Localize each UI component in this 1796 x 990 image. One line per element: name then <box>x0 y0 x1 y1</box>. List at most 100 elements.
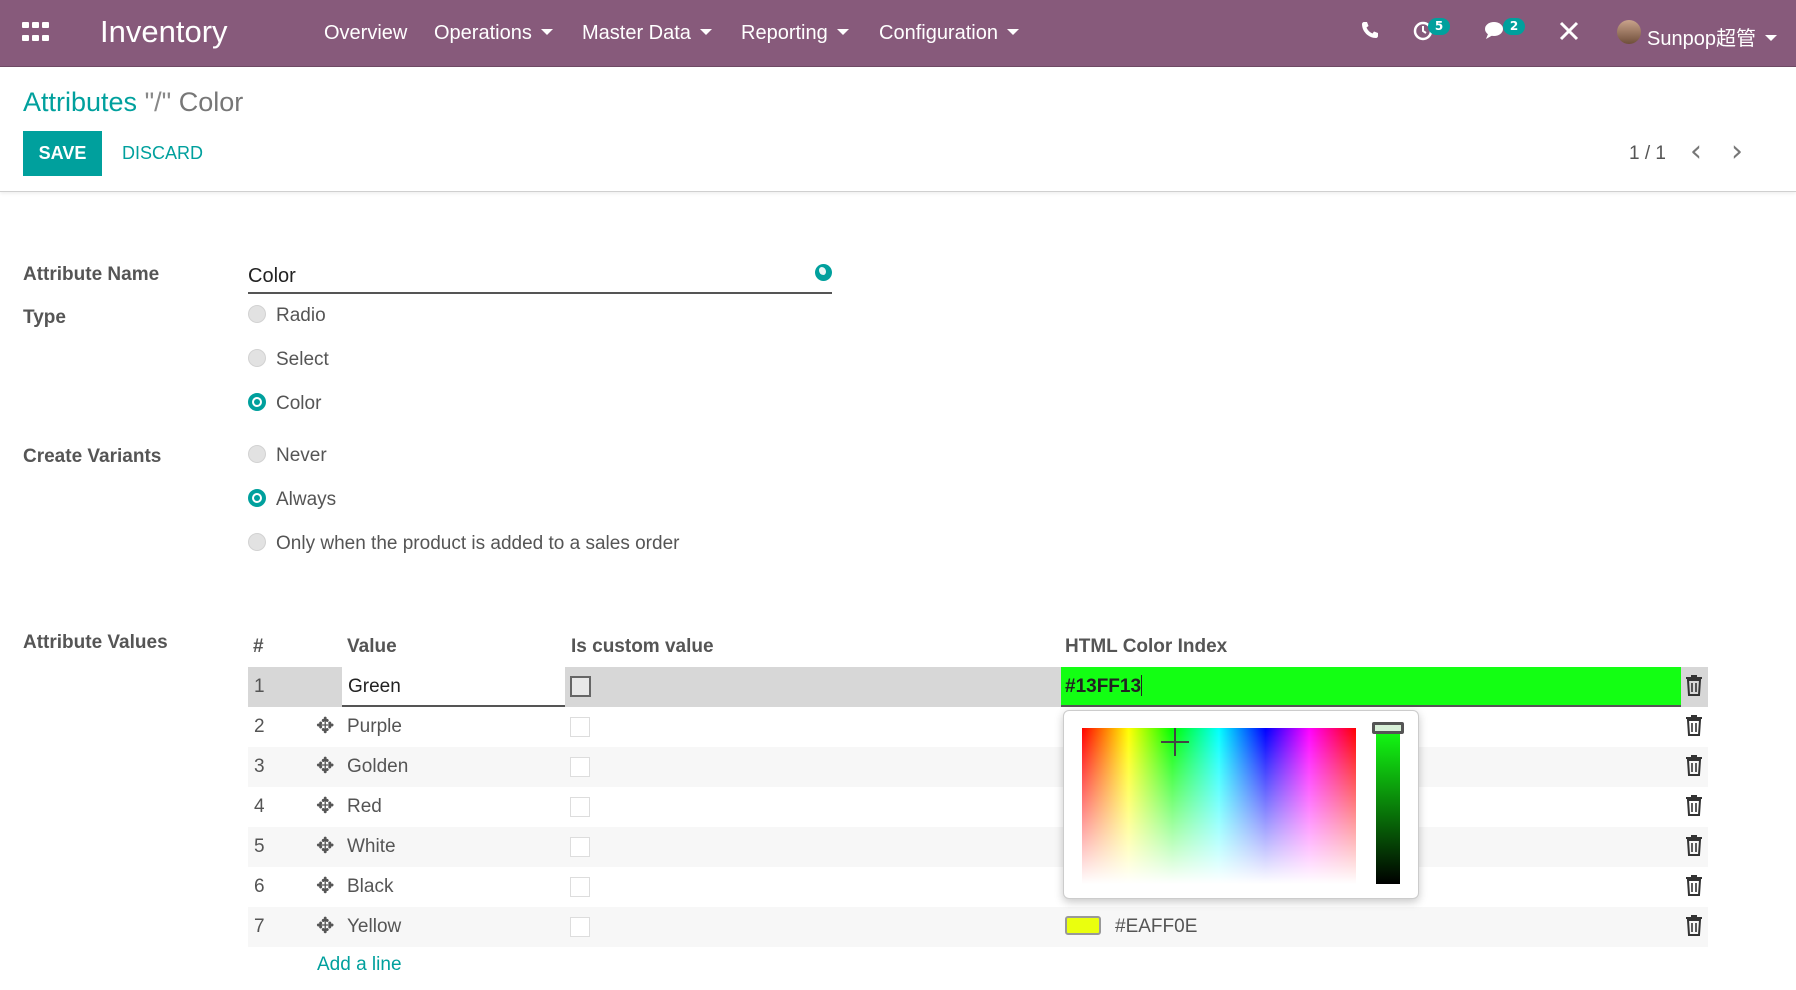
delete-row-trash-icon[interactable] <box>1684 714 1708 740</box>
row-value: Purple <box>347 716 402 737</box>
add-line-link[interactable]: Add a line <box>317 954 402 976</box>
table-row[interactable]: 7 ✥ Yellow #EAFF0E <box>248 907 1708 947</box>
app-name[interactable]: Inventory <box>100 14 228 50</box>
apps-grid-icon[interactable] <box>22 22 50 44</box>
menu-operations-label: Operations <box>434 22 532 44</box>
delete-row-trash-icon[interactable] <box>1684 914 1708 940</box>
column-header-custom[interactable]: Is custom value <box>571 636 714 658</box>
menu-overview[interactable]: Overview <box>324 22 407 45</box>
custom-value-checkbox[interactable] <box>570 837 590 857</box>
breadcrumb-separator: "/" <box>137 87 179 117</box>
phone-icon[interactable] <box>1360 20 1380 46</box>
drag-handle-icon[interactable]: ✥ <box>316 833 334 859</box>
menu-operations[interactable]: Operations <box>434 22 553 45</box>
table-row[interactable]: 5 ✥ White <box>248 827 1708 867</box>
custom-value-checkbox[interactable] <box>570 877 590 897</box>
type-option-label: Color <box>276 393 322 414</box>
custom-value-checkbox[interactable] <box>570 757 590 777</box>
type-radio-select[interactable]: Select <box>248 349 329 375</box>
row-number: 5 <box>254 836 265 857</box>
table-row[interactable]: 1 Green #13FF13 <box>248 667 1708 707</box>
attribute-name-input[interactable]: Color <box>248 260 832 294</box>
color-swatch <box>1065 916 1101 935</box>
activity-badge: 5 <box>1428 18 1450 35</box>
custom-value-checkbox[interactable] <box>570 797 590 817</box>
color-index-value: #EAFF0E <box>1115 916 1198 937</box>
debug-tools-icon[interactable] <box>1558 20 1580 48</box>
attribute-values-label: Attribute Values <box>23 632 168 653</box>
breadcrumb-current: Color <box>178 87 244 117</box>
type-radio-radio[interactable]: Radio <box>248 305 326 331</box>
type-label: Type <box>23 307 66 328</box>
row-number: 7 <box>254 916 265 937</box>
save-button[interactable]: SAVE <box>23 131 102 176</box>
drag-handle-icon[interactable]: ✥ <box>316 713 334 739</box>
menu-configuration[interactable]: Configuration <box>879 22 1019 45</box>
value-input[interactable]: Green <box>342 667 565 707</box>
row-value: Golden <box>347 756 409 777</box>
drag-handle-icon[interactable]: ✥ <box>316 873 334 899</box>
variants-radio-sales-order[interactable]: Only when the product is added to a sale… <box>248 533 679 559</box>
custom-value-checkbox[interactable] <box>570 676 591 697</box>
translate-globe-icon[interactable] <box>815 264 832 281</box>
table-row[interactable]: 6 ✥ Black <box>248 867 1708 907</box>
drag-handle-icon[interactable]: ✥ <box>316 793 334 819</box>
radio-circle <box>248 533 266 551</box>
brightness-slider[interactable] <box>1372 722 1404 884</box>
custom-value-checkbox[interactable] <box>570 717 590 737</box>
row-value: Red <box>347 796 382 817</box>
row-number: 4 <box>254 796 265 817</box>
color-index-value: #13FF13 <box>1065 676 1142 697</box>
delete-row-trash-icon[interactable] <box>1684 834 1708 860</box>
messages-badge: 2 <box>1503 18 1525 35</box>
row-number: 1 <box>254 676 265 697</box>
pager-value[interactable]: 1 / 1 <box>1629 143 1666 165</box>
breadcrumb-attributes[interactable]: Attributes <box>23 87 137 117</box>
user-name: Sunpop超管 <box>1647 28 1756 50</box>
type-option-label: Radio <box>276 305 326 326</box>
drag-handle-icon[interactable]: ✥ <box>316 753 334 779</box>
menu-reporting[interactable]: Reporting <box>741 22 849 45</box>
table-row[interactable]: 3 ✥ Golden <box>248 747 1708 787</box>
control-panel: Attributes "/" Color SAVE DISCARD 1 / 1 … <box>0 67 1796 192</box>
variants-option-label: Only when the product is added to a sale… <box>276 533 680 554</box>
pager-next-icon[interactable]: › <box>1731 134 1743 169</box>
row-value: Yellow <box>347 916 402 937</box>
variants-option-label: Always <box>276 489 337 510</box>
table-row[interactable]: 2 ✥ Purple <box>248 707 1708 747</box>
crosshair-cursor-icon[interactable] <box>1161 728 1189 756</box>
variants-radio-never[interactable]: Never <box>248 445 327 471</box>
menu-master-data-label: Master Data <box>582 22 691 44</box>
column-header-number: # <box>253 636 264 657</box>
menu-configuration-label: Configuration <box>879 22 998 44</box>
drag-handle-icon[interactable]: ✥ <box>316 913 334 939</box>
saturation-value-area[interactable] <box>1082 728 1356 884</box>
create-variants-label: Create Variants <box>23 446 162 467</box>
table-row[interactable]: 4 ✥ Red <box>248 787 1708 827</box>
user-avatar[interactable] <box>1617 20 1641 44</box>
color-index-input[interactable]: #13FF13 <box>1061 667 1681 707</box>
custom-value-checkbox[interactable] <box>570 917 590 937</box>
radio-circle <box>248 305 266 323</box>
radio-circle-checked <box>248 393 266 411</box>
attribute-name-value: Color <box>248 265 296 287</box>
user-menu[interactable]: Sunpop超管 <box>1647 22 1777 51</box>
pager-previous-icon[interactable]: ‹ <box>1690 134 1702 169</box>
radio-circle-checked <box>248 489 266 507</box>
slider-handle[interactable] <box>1372 722 1404 734</box>
column-header-value[interactable]: Value <box>347 636 397 658</box>
delete-row-trash-icon[interactable] <box>1684 754 1708 780</box>
delete-row-trash-icon[interactable] <box>1684 674 1708 700</box>
activity-clock-icon[interactable]: 5 <box>1412 18 1450 48</box>
delete-row-trash-icon[interactable] <box>1684 874 1708 900</box>
delete-row-trash-icon[interactable] <box>1684 794 1708 820</box>
color-picker-popup <box>1063 710 1419 899</box>
variants-radio-always[interactable]: Always <box>248 489 336 515</box>
messages-chat-icon[interactable]: 2 <box>1484 18 1525 48</box>
type-radio-color[interactable]: Color <box>248 393 321 419</box>
discard-button[interactable]: DISCARD <box>122 131 203 176</box>
menu-master-data[interactable]: Master Data <box>582 22 712 45</box>
row-number: 2 <box>254 716 265 737</box>
top-navbar: Inventory Overview Operations Master Dat… <box>0 0 1796 67</box>
column-header-color-index[interactable]: HTML Color Index <box>1065 636 1227 658</box>
